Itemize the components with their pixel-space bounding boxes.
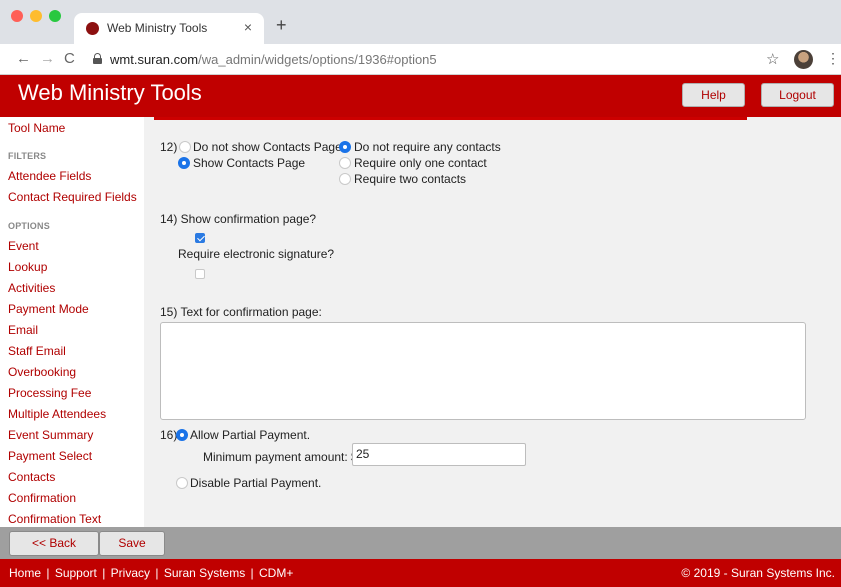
radio-no-contacts-required[interactable] [339, 141, 351, 153]
app-title: Web Ministry Tools [18, 80, 202, 105]
radio-one-contact-required[interactable] [339, 157, 351, 169]
main-content: 12) Do not show Contacts Page Show Conta… [144, 117, 841, 527]
q12-number: 12) [160, 140, 178, 154]
sidebar-item-overbooking[interactable]: Overbooking [8, 365, 76, 379]
sidebar-item-confirmation-text[interactable]: Confirmation Text [8, 512, 101, 526]
close-window-icon[interactable] [11, 10, 23, 22]
footer-separator: | [155, 566, 159, 580]
sidebar-item-payment-select[interactable]: Payment Select [8, 449, 92, 463]
q15-label: 15) Text for confirmation page: [160, 305, 322, 319]
browser-menu-icon[interactable]: ⋮ [826, 50, 840, 67]
footer-link-cdm[interactable]: CDM+ [259, 566, 293, 580]
sidebar-item-contact-required-fields[interactable]: Contact Required Fields [8, 190, 137, 204]
section-divider [154, 117, 747, 120]
logout-button[interactable]: Logout [761, 83, 834, 107]
profile-avatar-icon[interactable] [794, 50, 813, 69]
sidebar-item-email[interactable]: Email [8, 323, 38, 337]
label-allow-partial-payment: Allow Partial Payment. [190, 428, 311, 442]
footer-separator: | [250, 566, 254, 580]
maximize-window-icon[interactable] [49, 10, 61, 22]
sidebar-item-tool-name[interactable]: Tool Name [8, 121, 65, 135]
sidebar-item-event-summary[interactable]: Event Summary [8, 428, 93, 442]
footer-link-suran-systems[interactable]: Suran Systems [164, 566, 245, 580]
label-one-contact-required: Require only one contact [354, 156, 487, 170]
radio-two-contacts-required[interactable] [339, 173, 351, 185]
label-show-contacts-page: Show Contacts Page [193, 156, 306, 170]
footer: Home | Support | Privacy | Suran Systems… [0, 559, 841, 587]
min-payment-input[interactable]: 25 [352, 443, 526, 466]
sidebar-item-event[interactable]: Event [8, 239, 39, 253]
new-tab-icon[interactable]: + [276, 16, 287, 34]
sidebar-heading-filters: FILTERS [8, 151, 47, 161]
radio-show-contacts-page[interactable] [178, 157, 190, 169]
radio-allow-partial-payment[interactable] [176, 429, 188, 441]
sidebar-heading-options: OPTIONS [8, 221, 50, 231]
sidebar-item-confirmation[interactable]: Confirmation [8, 491, 76, 505]
footer-link-support[interactable]: Support [55, 566, 97, 580]
label-disable-partial-payment: Disable Partial Payment. [190, 476, 322, 490]
reload-icon[interactable]: C [64, 50, 75, 68]
label-hide-contacts-page: Do not show Contacts Page [193, 140, 342, 154]
radio-hide-contacts-page[interactable] [179, 141, 191, 153]
browser-tab[interactable]: Web Ministry Tools × [74, 13, 264, 44]
sidebar: Tool Name FILTERS Attendee Fields Contac… [0, 117, 144, 527]
sidebar-item-contacts[interactable]: Contacts [8, 470, 55, 484]
forward-arrow-icon[interactable]: → [40, 50, 55, 68]
confirmation-text-area[interactable] [160, 322, 806, 420]
back-button[interactable]: << Back [9, 531, 99, 556]
app-header: Web Ministry Tools Help Logout [0, 75, 841, 117]
sidebar-item-staff-email[interactable]: Staff Email [8, 344, 66, 358]
browser-toolbar: ← → C wmt.suran.com/wa_admin/widgets/opt… [0, 44, 841, 75]
url-path: /wa_admin/widgets/options/1936#option5 [198, 52, 437, 67]
bookmark-star-icon[interactable]: ☆ [766, 50, 779, 68]
site-favicon-icon [86, 22, 99, 35]
q14-label: 14) Show confirmation page? [160, 212, 317, 226]
footer-separator: | [46, 566, 50, 580]
help-button[interactable]: Help [682, 83, 745, 107]
sidebar-item-activities[interactable]: Activities [8, 281, 55, 295]
minimize-window-icon[interactable] [30, 10, 42, 22]
tab-title: Web Ministry Tools [107, 21, 208, 35]
sidebar-item-processing-fee[interactable]: Processing Fee [8, 386, 91, 400]
sidebar-item-multiple-attendees[interactable]: Multiple Attendees [8, 407, 106, 421]
sidebar-item-payment-mode[interactable]: Payment Mode [8, 302, 89, 316]
footer-separator: | [102, 566, 106, 580]
address-bar[interactable]: wmt.suran.com/wa_admin/widgets/options/1… [110, 52, 437, 67]
label-two-contacts-required: Require two contacts [354, 172, 467, 186]
footer-link-privacy[interactable]: Privacy [111, 566, 150, 580]
label-no-contacts-required: Do not require any contacts [354, 140, 501, 154]
radio-disable-partial-payment[interactable] [176, 477, 188, 489]
signature-label: Require electronic signature? [178, 247, 335, 261]
tab-close-icon[interactable]: × [244, 19, 252, 35]
min-payment-label: Minimum payment amount: $ [203, 450, 358, 464]
action-bar: << Back Save [0, 527, 841, 559]
checkbox-require-signature[interactable] [195, 269, 205, 279]
copyright-text: © 2019 - Suran Systems Inc. [681, 566, 835, 580]
save-button[interactable]: Save [99, 531, 165, 556]
back-arrow-icon[interactable]: ← [16, 50, 31, 68]
checkbox-show-confirmation[interactable] [195, 233, 205, 243]
footer-links: Home | Support | Privacy | Suran Systems… [9, 566, 293, 580]
lock-icon[interactable] [93, 53, 102, 64]
sidebar-item-attendee-fields[interactable]: Attendee Fields [8, 169, 91, 183]
url-host: wmt.suran.com [110, 52, 199, 67]
footer-link-home[interactable]: Home [9, 566, 41, 580]
q16-number: 16) [160, 428, 178, 442]
sidebar-item-lookup[interactable]: Lookup [8, 260, 47, 274]
browser-tab-bar: Web Ministry Tools × + [0, 0, 841, 44]
